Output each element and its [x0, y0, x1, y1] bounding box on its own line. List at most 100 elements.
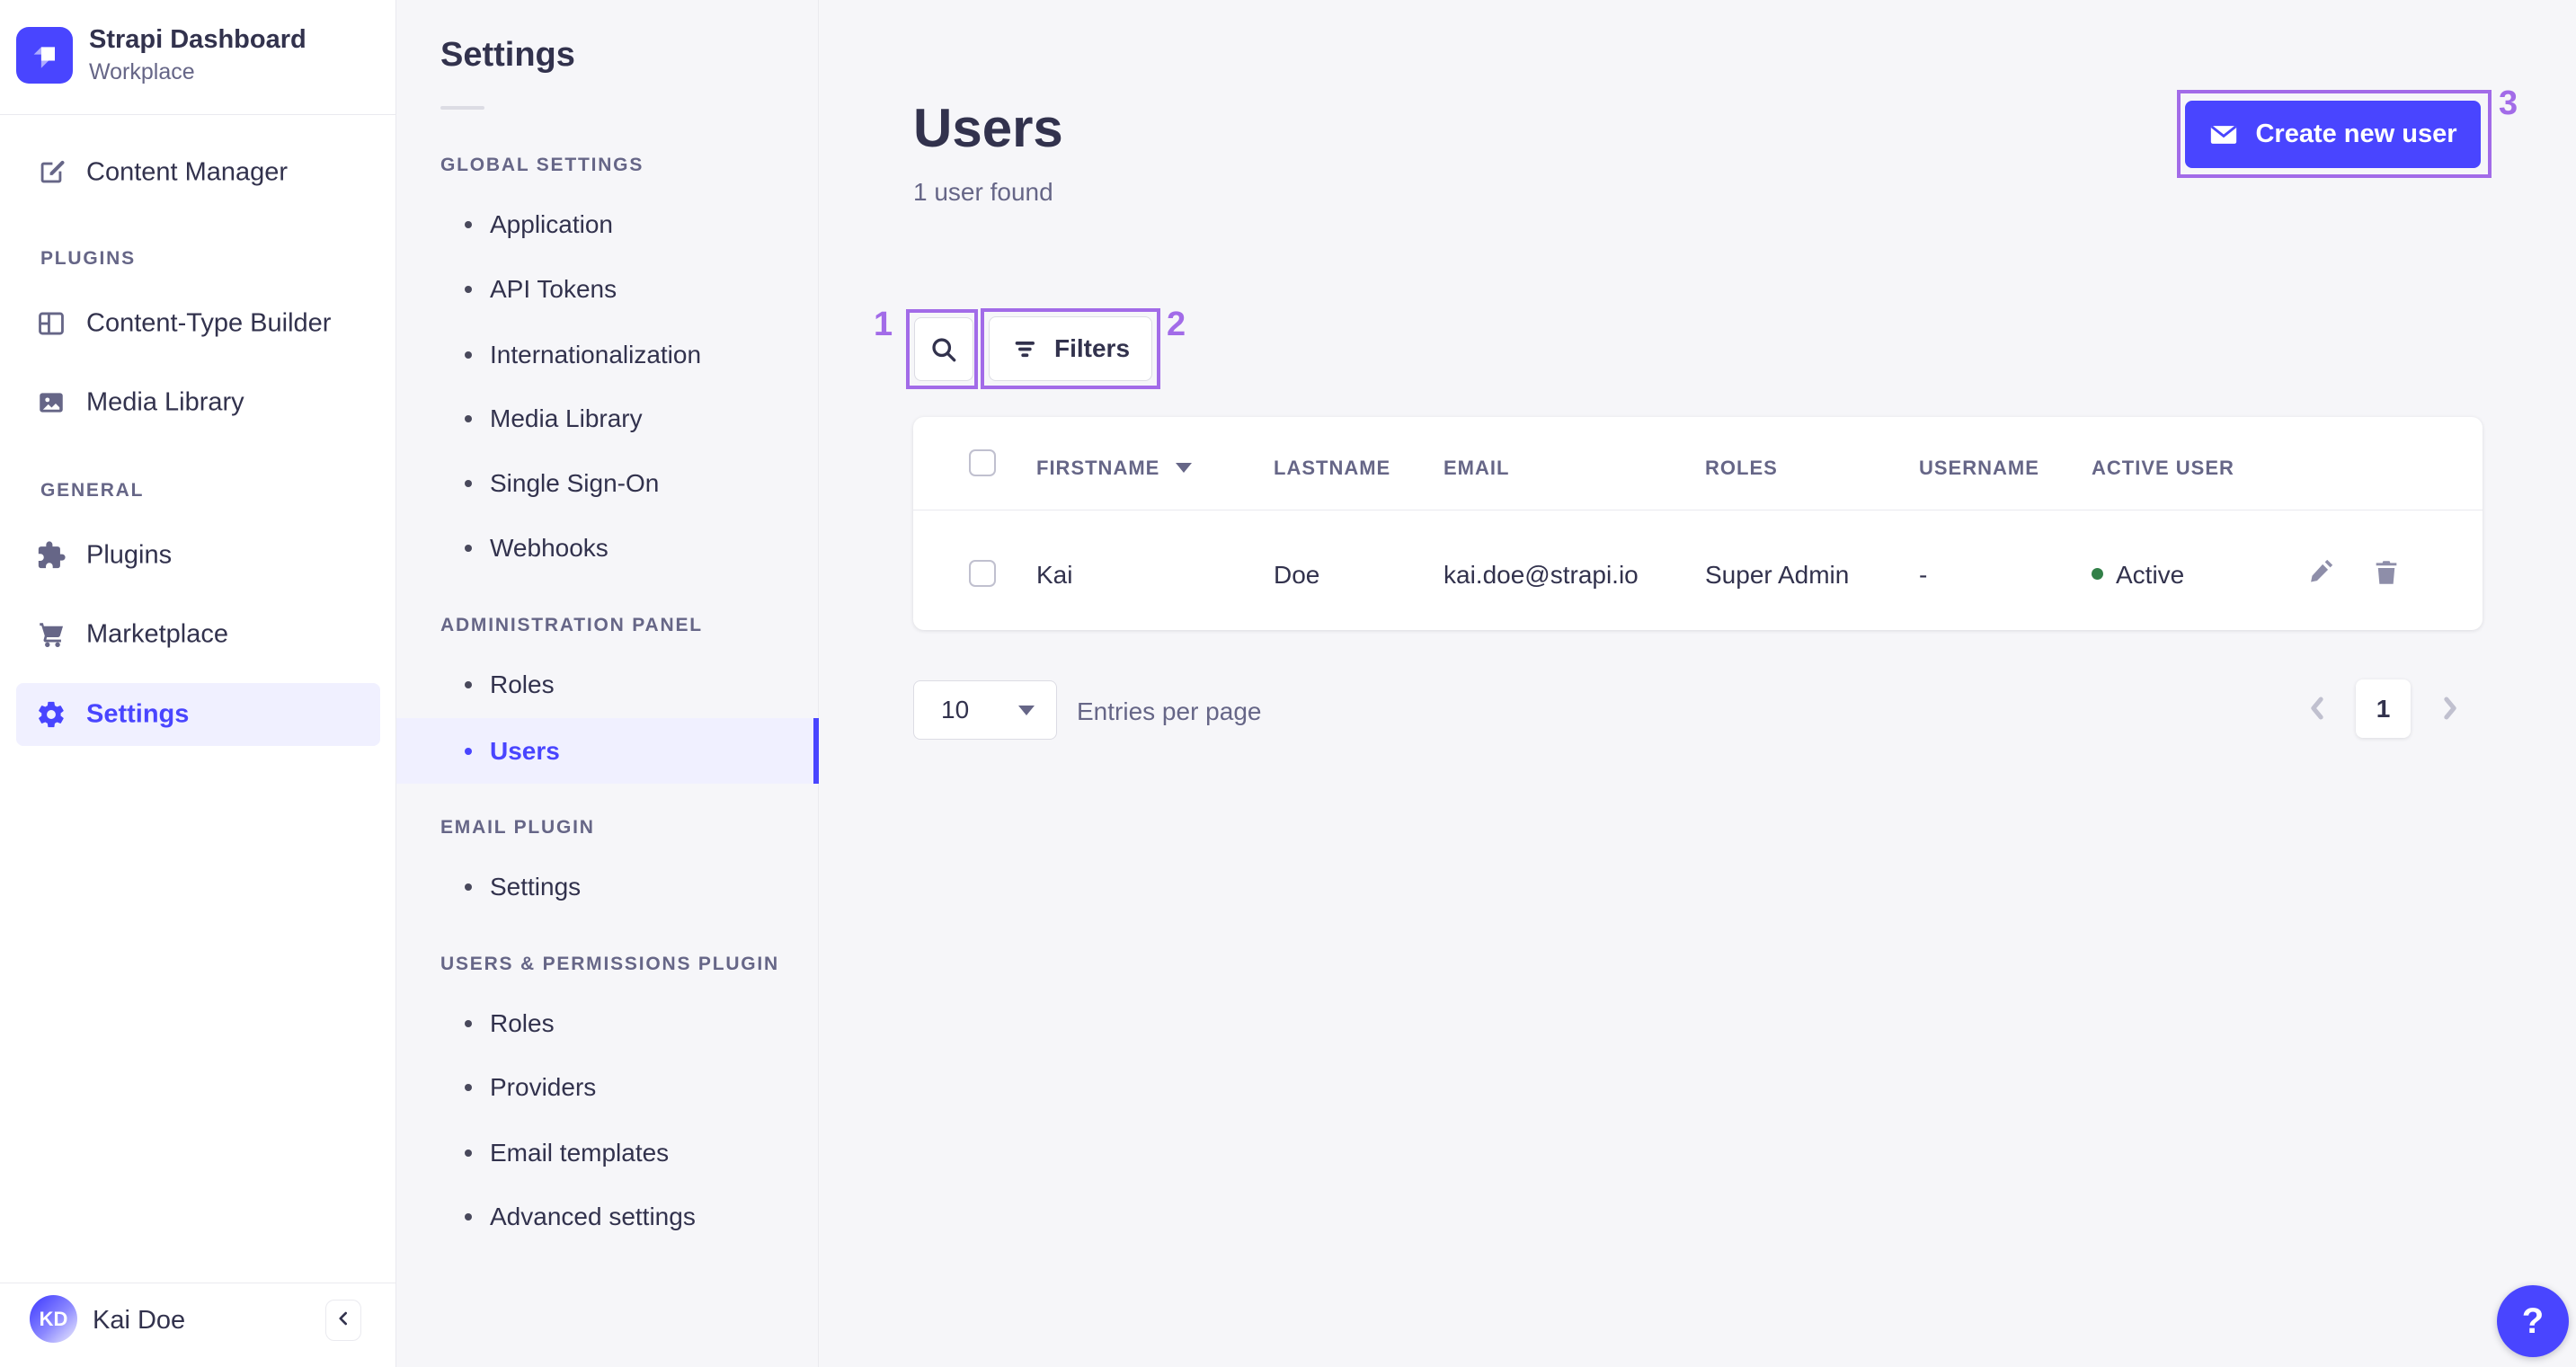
cart-icon [36, 619, 67, 650]
column-header-active-user[interactable]: ACTIVE USER [2092, 457, 2234, 480]
bullet-icon [465, 1150, 472, 1157]
bullet-icon [465, 747, 472, 755]
main-sidebar: Strapi Dashboard Workplace Content Manag… [0, 0, 396, 1367]
workspace-name: Workplace [89, 59, 195, 85]
page-number-button[interactable]: 1 [2356, 679, 2411, 738]
subnav-section-email-plugin: EMAIL PLUGIN [440, 817, 595, 838]
strapi-logo-icon [16, 27, 73, 84]
previous-page-button[interactable] [2299, 690, 2335, 726]
sidebar-item-label: Plugins [86, 540, 173, 570]
chevron-left-icon [332, 1307, 355, 1335]
subnav-section-administration-panel: ADMINISTRATION PANEL [440, 615, 703, 635]
sidebar-item-plugins[interactable]: Plugins [0, 523, 396, 588]
page-size-value: 10 [941, 696, 970, 723]
edit-icon[interactable] [2305, 557, 2335, 588]
cell-firstname: Kai [1036, 561, 1073, 589]
select-all-checkbox[interactable] [969, 449, 996, 476]
subnav-item-internationalization[interactable]: Internationalization [396, 323, 819, 387]
subnav-item-email-settings[interactable]: Settings [396, 855, 819, 919]
chevron-down-icon [1018, 706, 1035, 715]
create-new-user-label: Create new user [2255, 120, 2457, 148]
delete-icon[interactable] [2371, 557, 2402, 588]
cell-roles: Super Admin [1705, 561, 1850, 589]
cell-lastname: Doe [1274, 561, 1320, 589]
subnav-item-roles-admin[interactable]: Roles [396, 652, 819, 717]
create-new-user-button[interactable]: Create new user [2185, 101, 2481, 168]
user-name: Kai Doe [93, 1306, 186, 1335]
filters-button[interactable]: Filters [989, 316, 1152, 381]
cell-username: - [1919, 561, 1928, 589]
subnav-item-providers[interactable]: Providers [396, 1055, 819, 1120]
sidebar-item-media-library[interactable]: Media Library [0, 370, 396, 435]
subnav-item-webhooks[interactable]: Webhooks [396, 516, 819, 581]
search-button[interactable] [914, 317, 973, 381]
row-checkbox[interactable] [969, 560, 996, 587]
puzzle-icon [36, 540, 67, 571]
search-icon [928, 333, 960, 366]
entries-per-page-label: Entries per page [1077, 697, 1262, 725]
next-page-button[interactable] [2432, 690, 2468, 726]
bullet-icon [465, 221, 472, 228]
sidebar-item-marketplace[interactable]: Marketplace [0, 602, 396, 667]
content-type-builder-icon [36, 308, 67, 339]
page-title: Users [913, 98, 1063, 158]
page-size-select[interactable]: 10 [913, 680, 1057, 740]
page-subtitle: 1 user found [913, 178, 1053, 206]
bullet-icon [465, 351, 472, 359]
annotation-label-1: 1 [874, 306, 893, 343]
bullet-icon [465, 883, 472, 891]
cell-active-status: Active [2116, 561, 2185, 589]
filters-label: Filters [1053, 334, 1131, 362]
subnav-item-users[interactable]: Users [396, 718, 819, 784]
bullet-icon [465, 1084, 472, 1091]
sidebar-section-plugins: PLUGINS [40, 248, 136, 269]
sidebar-item-label: Media Library [86, 387, 244, 417]
column-header-firstname[interactable]: FIRSTNAME [1036, 457, 1159, 480]
subnav-item-media-library[interactable]: Media Library [396, 386, 819, 451]
subnav-item-application[interactable]: Application [396, 192, 819, 257]
annotation-label-2: 2 [1167, 306, 1186, 343]
bullet-icon [465, 1020, 472, 1027]
subnav-item-email-templates[interactable]: Email templates [396, 1121, 819, 1185]
sidebar-item-content-type-builder[interactable]: Content-Type Builder [0, 291, 396, 356]
sidebar-item-label: Content-Type Builder [86, 308, 332, 338]
settings-subnav: Settings GLOBAL SETTINGS Application API… [396, 0, 819, 1367]
sort-caret-icon[interactable] [1176, 463, 1192, 473]
subnav-item-advanced-settings[interactable]: Advanced settings [396, 1185, 819, 1249]
subnav-item-single-sign-on[interactable]: Single Sign-On [396, 451, 819, 516]
subnav-item-roles-up[interactable]: Roles [396, 991, 819, 1056]
column-header-lastname[interactable]: LASTNAME [1274, 457, 1390, 480]
user-avatar[interactable]: KD [30, 1295, 77, 1343]
workspace-brand[interactable]: Strapi Dashboard Workplace [16, 25, 306, 85]
bullet-icon [465, 480, 472, 487]
users-table: FIRSTNAME LASTNAME EMAIL ROLES USERNAME … [913, 417, 2483, 630]
collapse-sidebar-button[interactable] [325, 1300, 361, 1341]
sidebar-divider [0, 114, 396, 115]
help-button[interactable]: ? [2497, 1285, 2569, 1357]
envelope-icon [2208, 120, 2239, 150]
subnav-section-global-settings: GLOBAL SETTINGS [440, 155, 644, 175]
brand-name: Strapi Dashboard [89, 25, 306, 54]
cell-email: kai.doe@strapi.io [1443, 561, 1639, 589]
content-manager-icon [36, 157, 67, 188]
sidebar-item-settings[interactable]: Settings [0, 682, 396, 747]
sidebar-item-label: Marketplace [86, 619, 228, 649]
subnav-item-api-tokens[interactable]: API Tokens [396, 257, 819, 322]
active-status-dot [2092, 568, 2103, 580]
bullet-icon [465, 681, 472, 688]
bullet-icon [465, 286, 472, 293]
subnav-section-users-permissions-plugin: USERS & PERMISSIONS PLUGIN [440, 954, 780, 974]
subnav-title: Settings [440, 36, 575, 74]
sidebar-item-label: Settings [86, 699, 190, 729]
bullet-icon [465, 1213, 472, 1221]
sidebar-section-general: GENERAL [40, 480, 145, 501]
annotation-label-3: 3 [2499, 84, 2518, 122]
column-header-roles[interactable]: ROLES [1705, 457, 1778, 480]
bullet-icon [465, 545, 472, 552]
media-library-icon [36, 387, 67, 418]
column-header-username[interactable]: USERNAME [1919, 457, 2039, 480]
bullet-icon [465, 415, 472, 422]
column-header-email[interactable]: EMAIL [1443, 457, 1509, 480]
sidebar-item-label: Content Manager [86, 157, 289, 187]
sidebar-item-content-manager[interactable]: Content Manager [0, 140, 396, 205]
